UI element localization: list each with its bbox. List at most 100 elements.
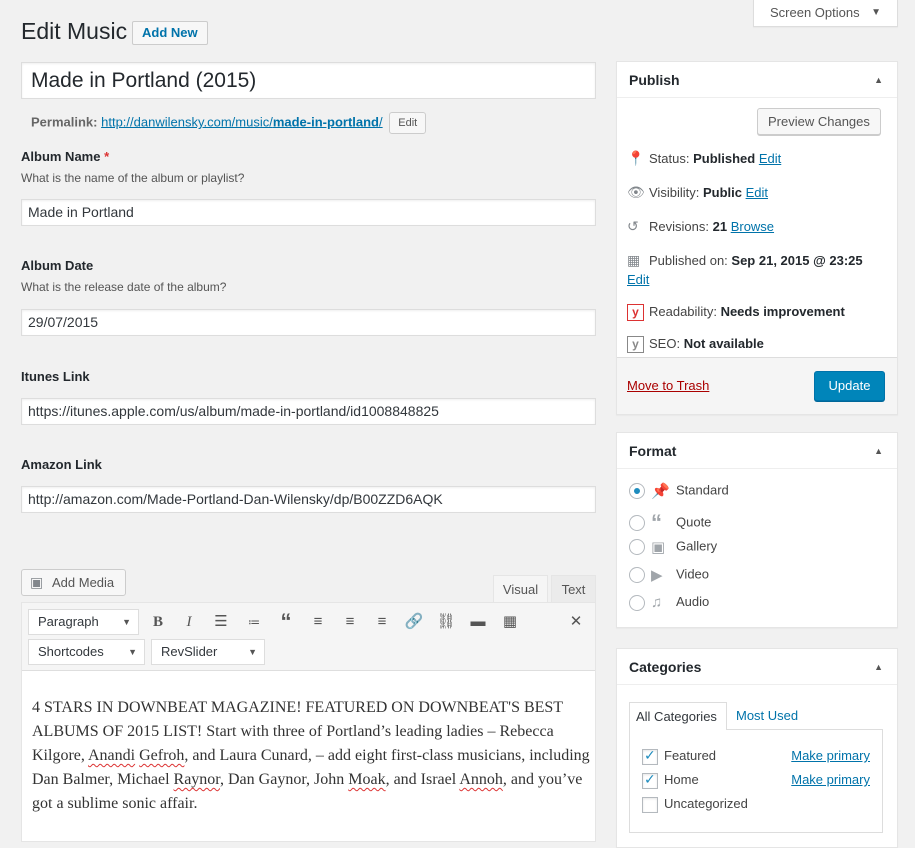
tab-most-used[interactable]: Most Used [736,702,816,730]
history-icon: ↺ [627,218,639,234]
published-label: Published on: [649,253,728,268]
bullet-list-icon[interactable]: ☰ [209,611,233,633]
content-text-3: , Dan Gaynor, John [220,771,349,788]
collapse-arrow-icon[interactable]: ▲ [874,433,883,469]
collapse-arrow-icon[interactable]: ▲ [874,649,883,685]
screen-options-label: Screen Options [770,5,860,20]
radio-selected[interactable] [629,483,645,499]
add-new-button[interactable]: Add New [132,21,208,45]
format-option-label: Standard [676,482,729,498]
revslider-select-value: RevSlider [161,644,218,659]
status-label: Status: [649,151,690,166]
tab-visual[interactable]: Visual [493,575,548,603]
shortcodes-select[interactable]: Shortcodes ▼ [28,639,145,665]
permalink-trailing: / [379,114,383,130]
radio[interactable] [629,539,645,555]
update-button[interactable]: Update [814,371,885,401]
revisions-browse-link[interactable]: Browse [731,219,774,234]
post-title-input[interactable]: Made in Portland (2015) [21,62,596,99]
align-center-icon[interactable]: ≡ [338,611,362,633]
misspelled-word: Anandi [88,747,136,764]
visibility-value: Public [702,185,742,200]
itunes-link-input[interactable]: https://itunes.apple.com/us/album/made-i… [21,398,596,425]
make-primary-home-link[interactable]: Make primary [791,772,870,787]
checkbox-checked[interactable] [642,747,658,765]
dropdown-arrow-icon: ▼ [122,617,131,627]
album-date-input[interactable]: 29/07/2015 [21,309,596,336]
category-label: Home [664,772,699,787]
visibility-edit-link[interactable]: Edit [746,185,768,200]
visibility-row: 👁 Visibility: Public Edit [627,184,768,201]
numbered-list-icon[interactable]: ≔ [242,611,266,633]
format-select[interactable]: Paragraph ▼ [28,609,139,635]
bold-icon[interactable]: B [146,611,170,633]
make-primary-featured-link[interactable]: Make primary [791,748,870,763]
permalink-link[interactable]: http://danwilensky.com/music/made-in-por… [101,114,383,129]
categories-header[interactable]: Categories ▲ [617,649,897,685]
misspelled-word: Raynor [173,771,220,788]
category-item-uncategorized[interactable]: Uncategorized [642,796,748,813]
visibility-label: Visibility: [649,185,700,200]
format-option-label: Video [676,566,710,582]
radio[interactable] [629,567,645,583]
album-name-label: Album Name * [21,149,109,164]
album-name-description: What is the name of the album or playlis… [21,171,245,185]
required-marker: * [104,149,110,164]
format-header[interactable]: Format ▲ [617,433,897,469]
format-option-gallery[interactable]: ▣ Gallery [629,538,717,556]
format-option-audio[interactable]: ♫ Audio [629,594,709,611]
amazon-link-input[interactable]: http://amazon.com/Made-Portland-Dan-Wile… [21,486,596,513]
status-row: 📍 Status: Published Edit [627,150,781,167]
content-editor[interactable]: Paragraph ▼ B I ☰ ≔ “ ≡ ≡ ≡ 🔗 ⛓ ▬ ▦ ✕ Sho… [21,602,596,842]
category-label: Uncategorized [664,796,748,811]
screen-options-button[interactable]: Screen Options ▼ [753,0,898,27]
album-name-input[interactable]: Made in Portland [21,199,596,226]
gallery-icon: ▣ [651,539,666,556]
category-item-home[interactable]: Home [642,771,699,789]
editor-toolbar: Paragraph ▼ B I ☰ ≔ “ ≡ ≡ ≡ 🔗 ⛓ ▬ ▦ ✕ Sho… [22,603,595,671]
published-edit-link[interactable]: Edit [627,272,649,287]
seo-label: SEO: [649,336,681,351]
itunes-link-label: Itunes Link [21,369,90,384]
align-left-icon[interactable]: ≡ [306,611,330,633]
read-more-icon[interactable]: ▬ [466,611,490,633]
move-to-trash-link[interactable]: Move to Trash [627,378,709,393]
blockquote-icon[interactable]: “ [274,611,298,633]
preview-changes-button[interactable]: Preview Changes [757,108,881,135]
revisions-label: Revisions: [649,219,709,234]
dropdown-arrow-icon: ▼ [128,647,137,657]
italic-icon[interactable]: I [177,611,201,633]
toolbar-toggle-icon[interactable]: ▦ [498,611,522,633]
link-icon[interactable]: 🔗 [402,611,426,633]
readability-label: Readability: [649,304,717,319]
add-media-button[interactable]: ▣ Add Media [21,569,126,596]
align-right-icon[interactable]: ≡ [370,611,394,633]
publish-box: Publish ▲ Preview Changes 📍 Status: Publis… [616,61,898,415]
revslider-select[interactable]: RevSlider ▼ [151,639,265,665]
status-edit-link[interactable]: Edit [759,151,781,166]
seo-row: y SEO: Not available [627,336,764,353]
permalink-edit-button[interactable]: Edit [389,112,427,134]
checkbox[interactable] [642,796,658,813]
tab-all-categories[interactable]: All Categories [629,702,727,730]
publish-header[interactable]: Publish ▲ [617,62,897,98]
permalink-base: http://danwilensky.com/music/ [101,114,273,130]
fullscreen-icon[interactable]: ✕ [564,611,588,633]
published-edit-row: Edit [627,272,649,287]
format-option-quote[interactable]: “ Quote [629,510,711,536]
format-box: Format ▲ 📌 Standard “ Quote ▣ Gallery ▶ Video… [616,432,898,628]
tab-text[interactable]: Text [551,575,596,603]
album-date-description: What is the release date of the album? [21,280,227,294]
format-option-standard[interactable]: 📌 Standard [629,482,729,500]
collapse-arrow-icon[interactable]: ▲ [874,62,883,98]
format-option-video[interactable]: ▶ Video [629,566,709,584]
radio[interactable] [629,594,645,611]
category-item-featured[interactable]: Featured [642,747,716,765]
radio[interactable] [629,515,645,531]
publish-actions: Move to Trash Update [617,357,897,414]
unlink-icon[interactable]: ⛓ [434,611,458,633]
quote-icon: “ [651,510,662,535]
checkbox-checked[interactable] [642,771,658,789]
editor-content[interactable]: 4 STARS IN DOWNBEAT MAGAZINE! FEATURED O… [32,696,592,816]
caret-down-icon: ▼ [871,7,881,18]
